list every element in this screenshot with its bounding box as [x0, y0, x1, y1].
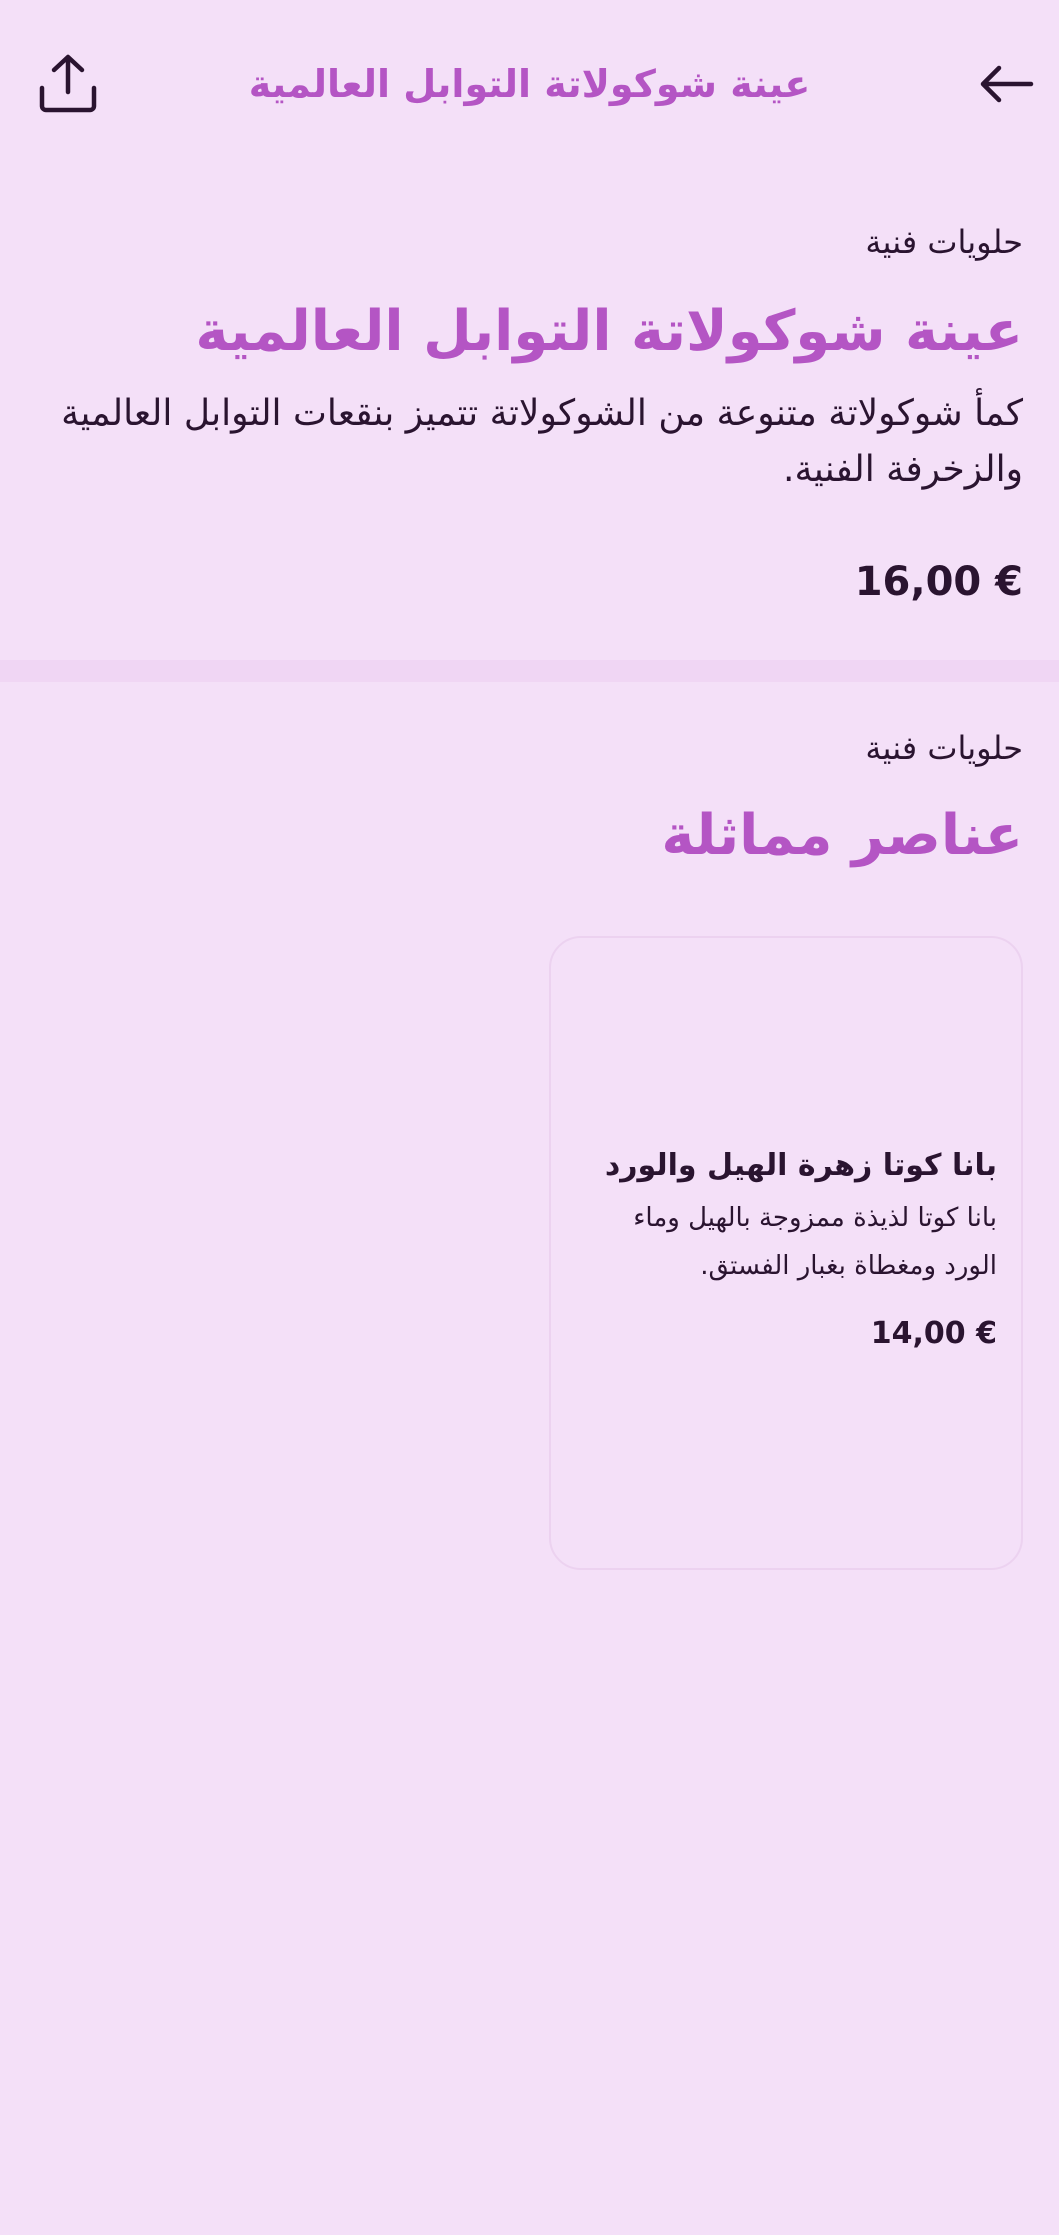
similar-item-name: بانا كوتا زهرة الهيل والورد — [604, 1148, 997, 1183]
product-description: كمأ شوكولاتة متنوعة من الشوكولاتة تتميز … — [61, 393, 1023, 490]
similar-items-title: عناصر مماثلة — [661, 803, 1023, 868]
product-name: عينة شوكولاتة التوابل العالمية — [195, 299, 1023, 364]
product-detail: حلويات فنية عينة شوكولاتة التوابل العالم… — [0, 220, 1059, 1570]
share-button[interactable] — [32, 48, 104, 120]
share-icon — [39, 54, 97, 113]
back-button[interactable] — [971, 48, 1043, 120]
product-category: حلويات فنية — [865, 223, 1023, 261]
similar-item-description: بانا كوتا لذيذة ممزوجة بالهيل وماء الورد… — [633, 1203, 997, 1281]
product-info: حلويات فنية عينة شوكولاتة التوابل العالم… — [0, 220, 1059, 612]
header-title: عينة شوكولاتة التوابل العالمية — [248, 62, 811, 106]
app-header: عينة شوكولاتة التوابل العالمية — [0, 0, 1059, 168]
arrow-left-icon — [980, 65, 1034, 103]
product-price: 16,00 € — [854, 559, 1023, 605]
section-divider — [0, 660, 1059, 682]
similar-category: حلويات فنية — [865, 729, 1023, 767]
similar-item-card[interactable]: بانا كوتا زهرة الهيل والورد بانا كوتا لذ… — [549, 936, 1023, 1570]
similar-items-section: حلويات فنية عناصر مماثلة — [0, 726, 1059, 876]
similar-item-price: 14,00 € — [870, 1316, 997, 1351]
